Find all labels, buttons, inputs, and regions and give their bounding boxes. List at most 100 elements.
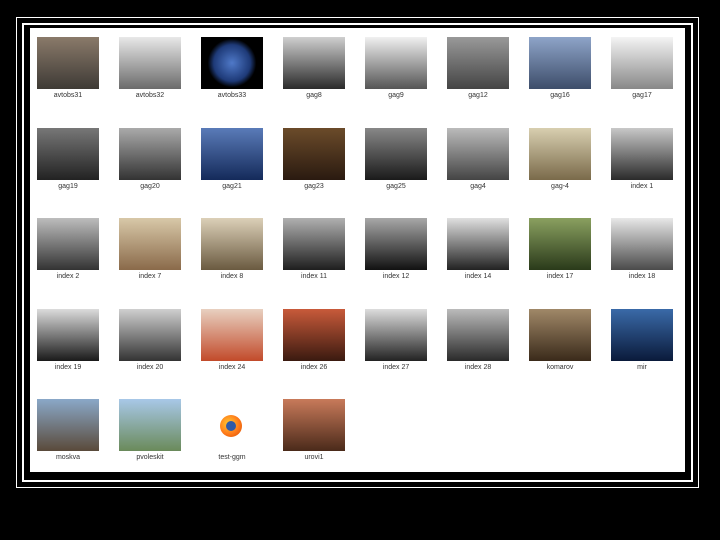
file-label: gag-4 — [551, 183, 569, 190]
file-thumbnail[interactable]: index 28 — [443, 305, 513, 375]
file-label: moskva — [55, 454, 81, 461]
file-thumbnail[interactable]: mir — [607, 305, 677, 375]
file-thumbnail[interactable]: index 12 — [361, 214, 431, 284]
file-label: gag23 — [304, 183, 324, 190]
file-thumbnail[interactable]: gag12 — [443, 33, 513, 103]
file-label: gag8 — [306, 92, 322, 99]
file-label: pvoleskit — [136, 454, 164, 461]
officer-color-photo-icon — [529, 218, 591, 270]
file-thumbnail[interactable]: urovi1 — [279, 395, 349, 465]
file-thumbnail[interactable]: gag25 — [361, 124, 431, 194]
file-thumbnail[interactable]: index 27 — [361, 305, 431, 375]
team-photo-icon — [447, 37, 509, 89]
file-thumbnail[interactable]: index 7 — [115, 214, 185, 284]
file-label: index 20 — [136, 364, 164, 371]
capsule-photo-icon — [365, 37, 427, 89]
file-browser-panel: avtobs31 avtobs32 avtobs33 gag8 gag9 gag12 gag… — [30, 28, 685, 472]
file-label: index 2 — [56, 273, 80, 280]
spacesuit-photo-icon — [201, 309, 263, 361]
file-label: gag25 — [386, 183, 406, 190]
file-label: gag19 — [58, 183, 78, 190]
cockpit-photo-icon — [611, 218, 673, 270]
file-label: index 19 — [54, 364, 82, 371]
file-label: komarov — [546, 364, 574, 371]
file-thumbnail[interactable]: avtobs32 — [115, 33, 185, 103]
dashboard-photo-icon — [283, 128, 345, 180]
file-label: index 26 — [300, 364, 328, 371]
earth-photo-icon — [201, 37, 263, 89]
smiling-portrait-icon — [365, 218, 427, 270]
file-thumbnail[interactable]: gag23 — [279, 124, 349, 194]
spacesuit-photo-icon — [283, 309, 345, 361]
landscape-photo-icon — [119, 399, 181, 451]
file-label: index 1 — [630, 183, 654, 190]
pilot-photo-icon — [119, 128, 181, 180]
cosmonaut-helmet-icon — [37, 309, 99, 361]
file-label: index 11 — [301, 273, 327, 280]
file-thumbnail[interactable]: avtobs33 — [197, 33, 267, 103]
file-label: mir — [637, 364, 647, 371]
spacesuit-photo-icon — [283, 399, 345, 451]
officer-photo-icon — [447, 218, 509, 270]
file-thumbnail[interactable]: gag9 — [361, 33, 431, 103]
file-label: gag20 — [140, 183, 160, 190]
file-thumbnail[interactable]: index 14 — [443, 214, 513, 284]
group-photo-icon — [37, 37, 99, 89]
file-thumbnail[interactable]: index 20 — [115, 305, 185, 375]
file-label: gag12 — [468, 92, 488, 99]
file-thumbnail[interactable]: moskva — [33, 395, 103, 465]
file-thumbnail[interactable]: index 11 — [279, 214, 349, 284]
file-thumbnail[interactable]: index 8 — [197, 214, 267, 284]
file-label: gag16 — [550, 92, 570, 99]
file-thumbnail[interactable]: gag21 — [197, 124, 267, 194]
ceremony-photo-icon — [365, 128, 427, 180]
file-label: index 17 — [546, 273, 574, 280]
file-label: gag21 — [222, 183, 242, 190]
file-label: avtobs31 — [53, 92, 83, 99]
two-people-photo-icon — [119, 309, 181, 361]
file-thumbnail[interactable]: index 26 — [279, 305, 349, 375]
file-thumbnail[interactable]: gag19 — [33, 124, 103, 194]
house-photo-icon — [119, 37, 181, 89]
statue-photo-icon — [119, 218, 181, 270]
firefox-icon — [201, 399, 263, 451]
file-thumbnail[interactable]: gag-4 — [525, 124, 595, 194]
file-thumbnail[interactable]: index 18 — [607, 214, 677, 284]
file-thumbnail[interactable]: gag8 — [279, 33, 349, 103]
file-thumbnail[interactable]: gag4 — [443, 124, 513, 194]
satellite-photo-icon — [201, 128, 263, 180]
file-label: index 28 — [464, 364, 492, 371]
crowd-photo-icon — [365, 309, 427, 361]
file-thumbnail[interactable]: index 17 — [525, 214, 595, 284]
file-label: avtobs32 — [135, 92, 165, 99]
file-thumbnail[interactable]: index 1 — [607, 124, 677, 194]
file-label: index 18 — [628, 273, 656, 280]
file-label: index 24 — [218, 364, 246, 371]
file-label: index 8 — [220, 273, 244, 280]
rocket-photo-icon — [611, 37, 673, 89]
file-thumbnail[interactable]: test-ggm — [197, 395, 267, 465]
file-thumbnail[interactable]: index 2 — [33, 214, 103, 284]
file-thumbnail[interactable]: komarov — [525, 305, 595, 375]
file-label: test-ggm — [218, 454, 246, 461]
file-thumbnail[interactable]: gag17 — [607, 33, 677, 103]
file-thumbnail[interactable]: avtobs31 — [33, 33, 103, 103]
file-label: gag9 — [388, 92, 404, 99]
file-label: gag17 — [632, 92, 652, 99]
jet-photo-icon — [529, 37, 591, 89]
portrait-photo-icon — [37, 218, 99, 270]
uniform-portrait-icon — [283, 218, 345, 270]
person-photo-icon — [201, 218, 263, 270]
group-photo-icon — [529, 309, 591, 361]
file-thumbnail[interactable]: gag16 — [525, 33, 595, 103]
file-thumbnail[interactable]: index 19 — [33, 305, 103, 375]
file-label: avtobs33 — [217, 92, 247, 99]
building-photo-icon — [529, 128, 591, 180]
file-thumbnail[interactable]: gag20 — [115, 124, 185, 194]
file-thumbnail[interactable]: index 24 — [197, 305, 267, 375]
file-label: index 27 — [382, 364, 410, 371]
space-station-photo-icon — [611, 309, 673, 361]
file-thumbnail[interactable]: pvoleskit — [115, 395, 185, 465]
file-label: index 7 — [138, 273, 162, 280]
billiards-photo-icon — [447, 309, 509, 361]
